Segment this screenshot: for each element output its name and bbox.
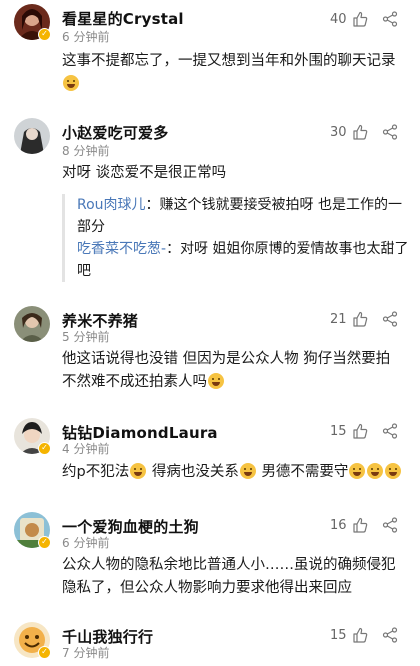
reply-text-cont: 部分 — [77, 219, 105, 235]
comment-text: 对呀 谈恋爱不是很正常吗 — [62, 165, 227, 181]
comment-text: 约p不犯法 得病也没关系 男德不需要守 — [62, 461, 402, 484]
comment-item: 养米不养猪 5 分钟前 21 他这话说得也没错 但因为是公众人物 狗仔当然要拍 … — [0, 300, 420, 400]
crying-emoji-icon — [130, 463, 147, 479]
comment-item: ✓ 千山我独行行 7 分钟前 15 — [0, 618, 420, 666]
verified-badge-icon: ✓ — [38, 536, 51, 549]
comment-text-line: 不然难不成还拍素人吗 — [62, 371, 402, 394]
comment-text-line: 公众人物的隐私余地比普通人小……虽说的确频侵犯 — [62, 557, 396, 573]
thumbs-up-icon[interactable] — [352, 517, 368, 533]
reply-text: 赚这个钱就要接受被拍呀 也是工作的一 — [159, 197, 402, 213]
like-count: 21 — [330, 312, 347, 327]
comment-time: 7 分钟前 — [62, 646, 110, 660]
share-icon[interactable] — [382, 124, 398, 140]
comment-text-line: 隐私了，但公众人物影响力要求他得出来回应 — [62, 580, 352, 596]
comment-username[interactable]: 看星星的Crystal — [62, 8, 184, 29]
comment-emoji-line — [62, 73, 402, 96]
comment-item: 小赵爱吃可爱多 8 分钟前 30 对呀 谈恋爱不是很正常吗 Rou肉球儿：赚这个… — [0, 112, 420, 292]
like-count: 15 — [330, 424, 347, 439]
comment-item: ✓ 一个爱狗血梗的土狗 6 分钟前 16 公众人物的隐私余地比普通人小……虽说的… — [0, 506, 420, 606]
comment-time: 6 分钟前 — [62, 30, 110, 44]
thumbs-up-icon[interactable] — [352, 311, 368, 327]
reply-username[interactable]: Rou肉球儿 — [77, 197, 146, 213]
reply-text-cont: 吧 — [77, 263, 91, 279]
comment-text-line: 他这话说得也没错 但因为是公众人物 狗仔当然要拍 — [62, 351, 391, 367]
comment-item: ✓ 钻钻DiamondLaura 4 分钟前 15 约p不犯法 得病也没关系 男… — [0, 412, 420, 502]
crying-emoji-icon — [367, 463, 384, 479]
verified-badge-icon: ✓ — [38, 442, 51, 455]
comment-text: 他这话说得也没错 但因为是公众人物 狗仔当然要拍 不然难不成还拍素人吗 — [62, 348, 402, 394]
reply-username[interactable]: 吃香菜不吃葱- — [77, 241, 166, 257]
share-icon[interactable] — [382, 11, 398, 27]
reply-separator: ： — [166, 241, 181, 257]
thumbs-up-icon[interactable] — [352, 627, 368, 643]
share-icon[interactable] — [382, 517, 398, 533]
like-count: 30 — [330, 125, 347, 140]
comment-time: 6 分钟前 — [62, 536, 110, 550]
avatar[interactable] — [14, 306, 50, 342]
laughing-emoji-icon — [208, 373, 224, 389]
reply-item: 吃香菜不吃葱-：对呀 姐姐你原博的爱情故事也太甜了 — [77, 238, 409, 260]
crying-emoji-icon — [385, 463, 402, 479]
comment-time: 4 分钟前 — [62, 442, 110, 456]
crying-emoji-icon — [239, 463, 256, 479]
reply-separator: ： — [145, 197, 160, 213]
crying-emoji-icon — [349, 463, 366, 479]
comment-time: 8 分钟前 — [62, 144, 110, 158]
thumbs-up-icon[interactable] — [352, 11, 368, 27]
laughing-emoji-icon — [63, 75, 79, 91]
reply-thread[interactable]: Rou肉球儿：赚这个钱就要接受被拍呀 也是工作的一 部分 吃香菜不吃葱-：对呀 … — [62, 194, 409, 282]
share-icon[interactable] — [382, 311, 398, 327]
comment-text: 这事不提都忘了，一提又想到当年和外围的聊天记录 — [62, 50, 402, 96]
verified-badge-icon: ✓ — [38, 28, 51, 41]
comment-username[interactable]: 小赵爱吃可爱多 — [62, 122, 168, 143]
thumbs-up-icon[interactable] — [352, 124, 368, 140]
thumbs-up-icon[interactable] — [352, 423, 368, 439]
avatar[interactable] — [14, 118, 50, 154]
like-count: 40 — [330, 12, 347, 27]
like-count: 16 — [330, 518, 347, 533]
comment-text: 公众人物的隐私余地比普通人小……虽说的确频侵犯 隐私了，但公众人物影响力要求他得… — [62, 554, 402, 600]
reply-item: Rou肉球儿：赚这个钱就要接受被拍呀 也是工作的一 — [77, 194, 402, 216]
reply-text: 对呀 姐姐你原博的爱情故事也太甜了 — [180, 241, 409, 257]
share-icon[interactable] — [382, 423, 398, 439]
like-count: 15 — [330, 628, 347, 643]
comment-text-line: 这事不提都忘了，一提又想到当年和外围的聊天记录 — [62, 53, 396, 69]
share-icon[interactable] — [382, 627, 398, 643]
comment-item: ✓ 看星星的Crystal 6 分钟前 40 这事不提都忘了，一提又想到当年和外… — [0, 0, 420, 110]
comment-time: 5 分钟前 — [62, 330, 110, 344]
verified-badge-icon: ✓ — [38, 646, 51, 659]
